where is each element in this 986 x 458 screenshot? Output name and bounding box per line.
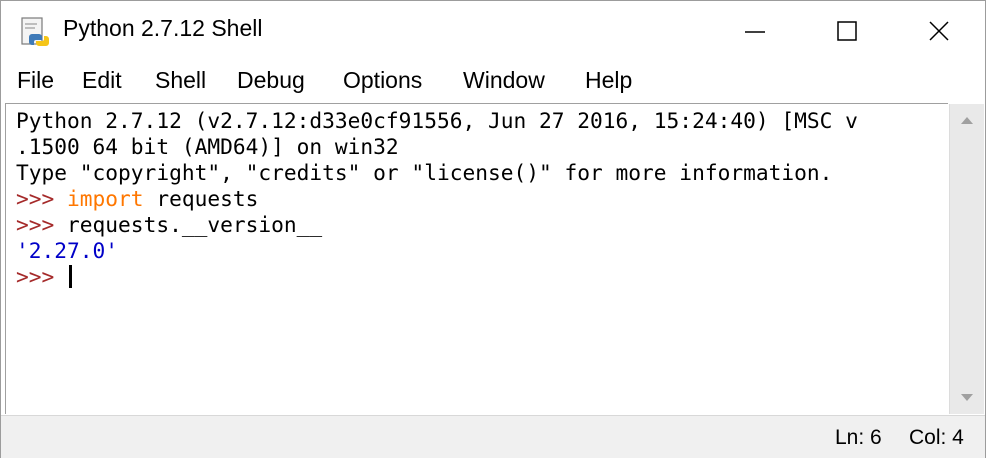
line-indicator: Ln: 6 [835,426,882,449]
menu-options[interactable]: Options [343,67,422,94]
keyword-import: import [67,186,144,211]
import-target: requests [143,186,259,211]
menu-bar: File Edit Shell Debug Options Window Hel… [1,63,985,101]
shell-prompt: >>> [16,264,68,289]
window-title: Python 2.7.12 Shell [63,15,263,41]
menu-window[interactable]: Window [463,67,545,94]
scroll-down-button[interactable] [951,382,983,412]
menu-help[interactable]: Help [585,67,632,94]
menu-file[interactable]: File [17,67,54,94]
title-bar[interactable]: Python 2.7.12 Shell [1,1,985,61]
scroll-up-button[interactable] [951,106,983,136]
menu-edit[interactable]: Edit [82,67,122,94]
shell-input-line: >>> import requests [16,186,258,212]
shell-output: '2.27.0' [16,238,119,263]
maximize-button[interactable] [801,1,893,61]
banner-line: Python 2.7.12 (v2.7.12:d33e0cf91556, Jun… [16,108,858,133]
status-bar: Ln: 6 Col: 4 [1,415,985,458]
shell-prompt: >>> [16,186,68,211]
minimize-button[interactable] [709,1,801,61]
python-idle-icon [21,17,49,46]
menu-debug[interactable]: Debug [237,67,305,94]
idle-shell-window: Python 2.7.12 Shell File Edit Shell Debu… [0,0,986,458]
shell-current-line[interactable]: >>> [16,264,73,290]
shell-input-line: >>> requests.__version__ [16,212,322,238]
banner-line: Type "copyright", "credits" or "license(… [16,160,833,185]
close-icon [929,21,949,41]
shell-text-area[interactable]: Python 2.7.12 (v2.7.12:d33e0cf91556, Jun… [5,103,948,414]
maximize-icon [837,21,857,41]
banner-line: .1500 64 bit (AMD64)] on win32 [16,134,399,159]
column-indicator: Col: 4 [909,426,964,449]
shell-command: requests.__version__ [67,212,323,237]
close-button[interactable] [893,1,985,61]
shell-prompt: >>> [16,212,68,237]
text-cursor [69,265,73,288]
arrow-down-icon [961,394,973,401]
vertical-scrollbar[interactable] [949,104,984,414]
menu-shell[interactable]: Shell [155,67,206,94]
minimize-icon [745,31,765,33]
arrow-up-icon [961,117,973,124]
